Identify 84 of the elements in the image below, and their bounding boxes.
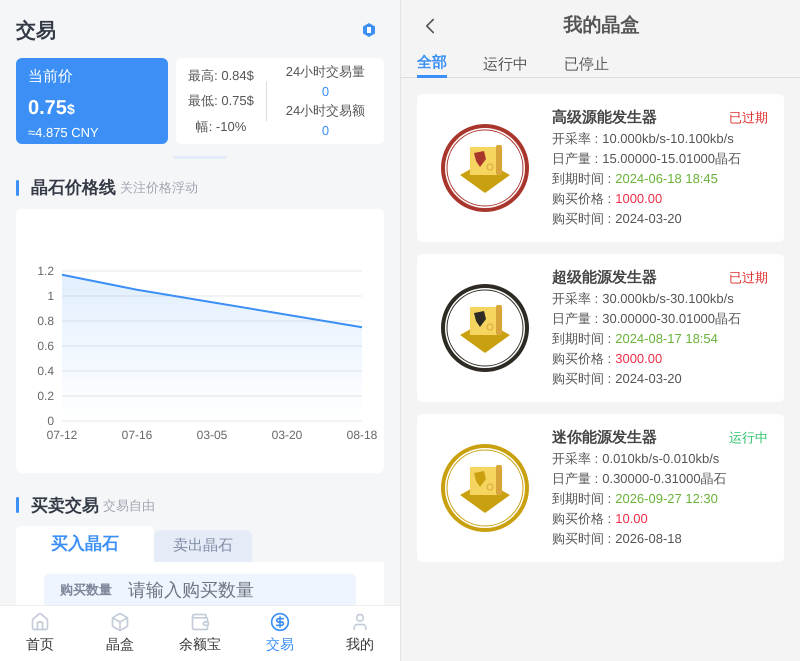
info-label: 日产量 : bbox=[552, 470, 598, 488]
info-value: 0.30000-0.31000晶石 bbox=[602, 470, 727, 488]
info-label: 日产量 : bbox=[552, 150, 598, 168]
home-icon bbox=[30, 612, 50, 632]
info-value: 15.00000-15.01000晶石 bbox=[602, 150, 742, 168]
info-value: 2024-03-20 bbox=[615, 210, 682, 228]
nav-tab[interactable]: 余额宝 bbox=[160, 606, 240, 661]
generator-name: 超级能源发生器 bbox=[552, 268, 657, 288]
cny-value: ≈4.875 CNY bbox=[28, 124, 100, 142]
y-tick-label: 0.4 bbox=[37, 364, 54, 378]
info-label: 购买时间 : bbox=[552, 210, 612, 228]
page-title: 我的晶盒 bbox=[562, 14, 640, 38]
info-value: 10.00 bbox=[615, 510, 648, 528]
stat-text: 幅: -10% bbox=[196, 118, 246, 136]
y-tick-label: 1.2 bbox=[37, 264, 54, 278]
generator-name: 高级源能发生器 bbox=[552, 108, 657, 128]
price-label: 当前价 bbox=[28, 67, 74, 87]
x-tick-label: 03-05 bbox=[196, 428, 228, 442]
info-label: 日产量 : bbox=[552, 310, 598, 328]
info-value: 2024-03-20 bbox=[615, 370, 682, 388]
info-label: 到期时间 : bbox=[552, 490, 612, 508]
amount-label: 24小时交易额 bbox=[286, 102, 366, 120]
filter-tab[interactable]: 已停止 bbox=[564, 52, 609, 78]
y-tick-label: 1 bbox=[47, 288, 54, 302]
generator-emblem-icon bbox=[440, 283, 530, 373]
generator-emblem-icon bbox=[440, 123, 530, 213]
info-value: 10.000kb/s-10.100kb/s bbox=[602, 130, 734, 148]
section-title: 晶石价格线 bbox=[31, 177, 116, 199]
info-label: 开采率 : bbox=[552, 130, 598, 148]
quantity-input[interactable]: 请输入购买数量 bbox=[128, 576, 308, 604]
info-label: 到期时间 : bbox=[552, 330, 612, 348]
info-label: 购买价格 : bbox=[552, 510, 612, 528]
dollar-icon bbox=[270, 612, 290, 632]
status-text: 已过期 bbox=[729, 108, 768, 126]
y-tick-label: 0 bbox=[47, 414, 54, 428]
info-label: 购买价格 : bbox=[552, 190, 612, 208]
info-value: 3000.00 bbox=[615, 350, 662, 368]
hexagon-logo-icon bbox=[362, 22, 376, 40]
generator-name: 迷你能源发生器 bbox=[552, 428, 657, 448]
info-label: 购买价格 : bbox=[552, 350, 612, 368]
price-value: 0.75 bbox=[28, 96, 67, 120]
info-label: 购买时间 : bbox=[552, 370, 612, 388]
stat-text: 最高: 0.84$ bbox=[188, 66, 254, 85]
y-tick-label: 0.2 bbox=[37, 388, 54, 402]
generator-emblem-icon bbox=[440, 443, 530, 533]
info-label: 开采率 : bbox=[552, 290, 598, 308]
info-value: 2026-09-27 12:30 bbox=[615, 490, 718, 508]
info-label: 到期时间 : bbox=[552, 170, 612, 188]
nav-tab[interactable]: 晶盒 bbox=[80, 606, 160, 661]
info-value: 2024-08-17 18:54 bbox=[615, 330, 718, 348]
page-title: 交易 bbox=[16, 18, 56, 44]
box-icon bbox=[110, 612, 130, 632]
section-title: 买卖交易 bbox=[31, 494, 99, 516]
price-unit: $ bbox=[66, 100, 75, 118]
info-label: 开采率 : bbox=[552, 450, 598, 468]
section-subtitle: 交易自由 bbox=[103, 496, 155, 514]
y-tick-label: 0.8 bbox=[37, 314, 54, 328]
filter-tab[interactable]: 运行中 bbox=[483, 52, 528, 78]
field-label: 购买数量 bbox=[60, 581, 112, 600]
info-value: 30.000kb/s-30.100kb/s bbox=[602, 290, 734, 308]
nav-tab[interactable]: 我的 bbox=[320, 606, 400, 661]
generator-card[interactable]: 迷你能源发生器 运行中 开采率 : 0.010kb/s-0.010kb/s 日产量 : 0.30000-0.31000晶石 到期时间 : 2026-09-27 12:30 购买价格 : 10.00 购买时间 : 2026-08-18 bbox=[417, 414, 784, 562]
volume-value: 0 bbox=[322, 82, 330, 100]
generator-card[interactable]: 高级源能发生器 已过期 开采率 : 10.000kb/s-10.100kb/s 日产量 : 15.00000-15.01000晶石 到期时间 : 2024-06-18 18:45 购买价格 : 1000.00 购买时间 : 2024-03-20 bbox=[417, 94, 784, 242]
x-tick-label: 03-20 bbox=[272, 428, 302, 442]
info-value: 2024-06-18 18:45 bbox=[615, 170, 718, 188]
info-value: 0.010kb/s-0.010kb/s bbox=[602, 450, 720, 468]
info-label: 购买时间 : bbox=[552, 530, 612, 548]
stat-text: 最低: 0.75$ bbox=[188, 92, 254, 110]
amount-value: 0 bbox=[322, 122, 330, 140]
wallet-icon bbox=[190, 612, 210, 632]
info-value: 2026-08-18 bbox=[615, 530, 682, 548]
x-tick-label: 07-12 bbox=[46, 428, 78, 442]
y-tick-label: 0.6 bbox=[37, 338, 54, 352]
status-text: 运行中 bbox=[729, 428, 768, 446]
info-value: 30.00000-30.01000晶石 bbox=[602, 310, 742, 328]
nav-tab[interactable]: 首页 bbox=[0, 606, 80, 661]
x-tick-label: 07-16 bbox=[122, 428, 152, 442]
generator-card[interactable]: 超级能源发生器 已过期 开采率 : 30.000kb/s-30.100kb/s 日产量 : 30.00000-30.01000晶石 到期时间 : 2024-08-17 18:54 购买价格 : 3000.00 购买时间 : 2024-03-20 bbox=[417, 254, 784, 402]
info-value: 1000.00 bbox=[615, 190, 662, 208]
section-subtitle: 关注价格浮动 bbox=[120, 179, 198, 197]
x-tick-label: 08-18 bbox=[346, 428, 378, 442]
status-text: 已过期 bbox=[729, 268, 768, 286]
volume-label: 24小时交易量 bbox=[286, 63, 366, 81]
